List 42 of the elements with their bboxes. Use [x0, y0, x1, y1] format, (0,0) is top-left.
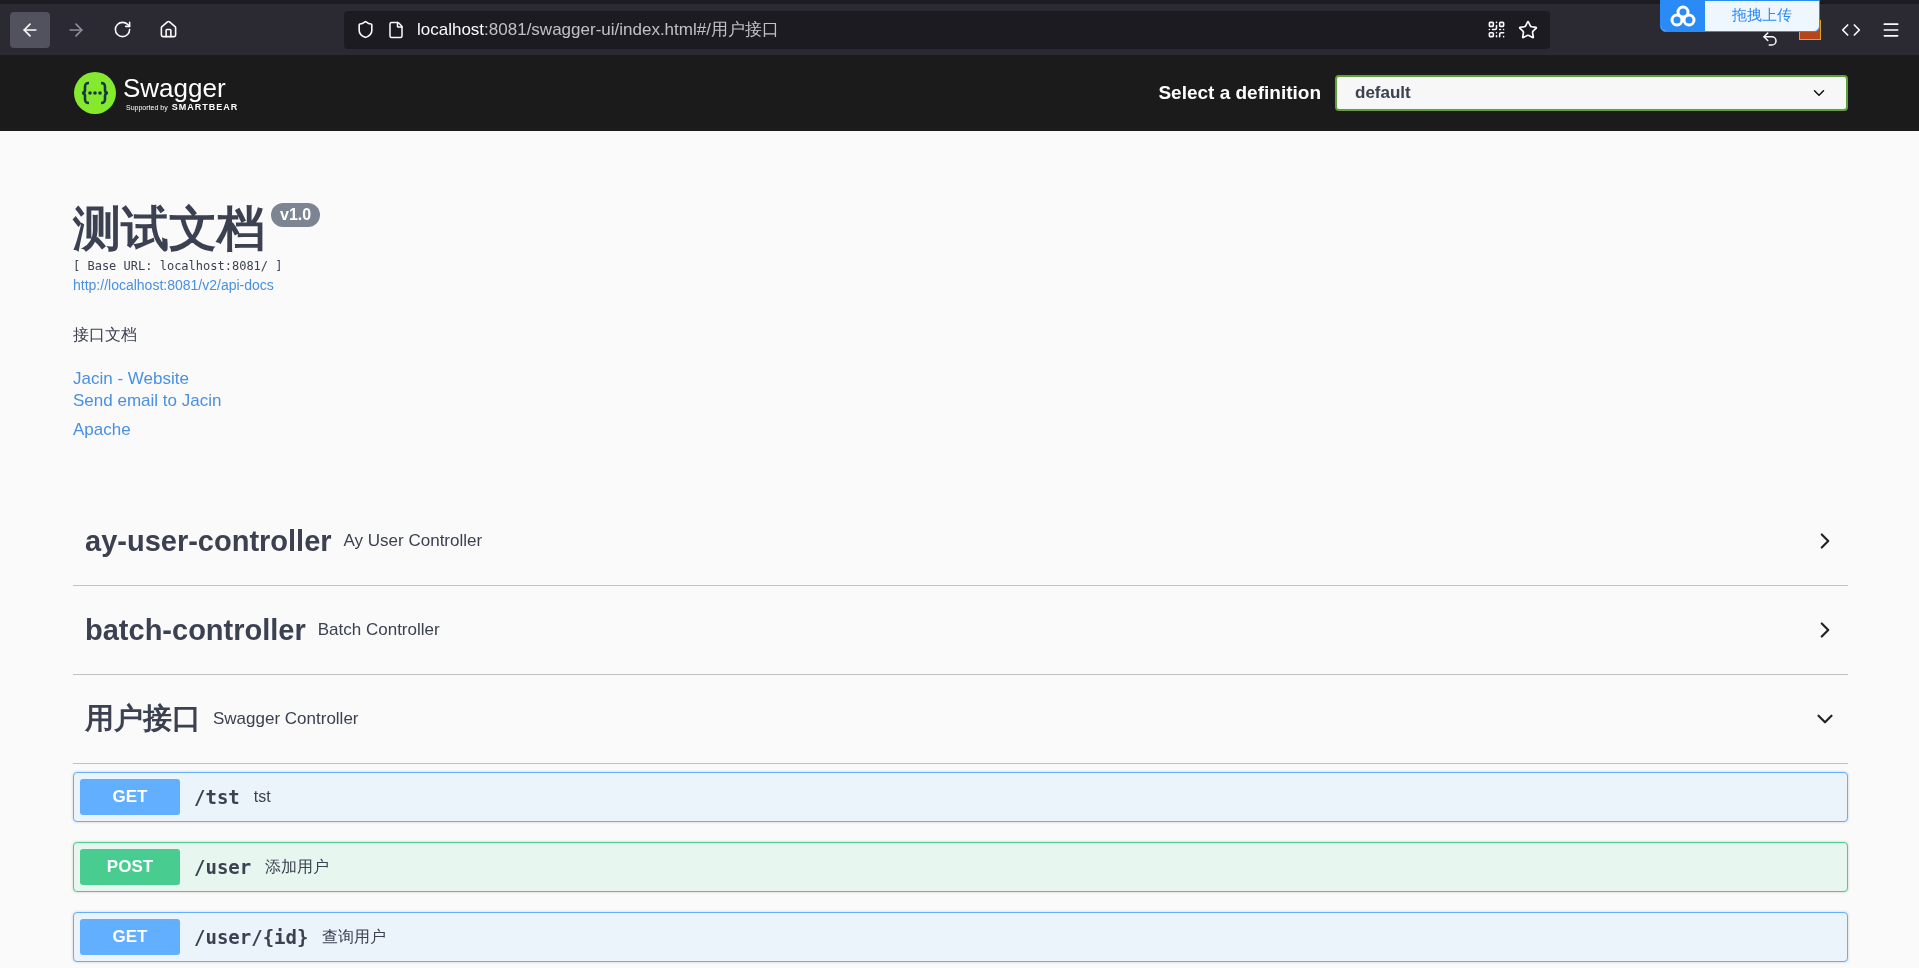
- tag-header[interactable]: ay-user-controller Ay User Controller: [73, 497, 1848, 586]
- method-badge: GET: [80, 779, 180, 815]
- operation-summary: 查询用户: [322, 926, 387, 947]
- tag-description: Batch Controller: [317, 620, 441, 640]
- upload-label: 拖拽上传: [1732, 6, 1792, 24]
- definition-select[interactable]: default: [1335, 75, 1848, 111]
- tag-header[interactable]: batch-controller Batch Controller: [73, 586, 1848, 675]
- operation-path: /user: [194, 856, 252, 878]
- page-title: 测试文档: [73, 201, 265, 257]
- method-badge: GET: [80, 919, 180, 955]
- logo-icon: [73, 71, 117, 115]
- cloud-icon: [1670, 5, 1696, 27]
- operation-row[interactable]: POST /user 添加用户: [73, 842, 1848, 892]
- tagline-brand: SMARTBEAR: [171, 102, 239, 112]
- home-icon: [158, 20, 178, 39]
- operation-summary: 添加用户: [265, 856, 330, 877]
- definition-label: Select a definition: [1158, 82, 1321, 104]
- method-badge: POST: [80, 849, 180, 885]
- brand-name: Swagger: [123, 74, 227, 102]
- base-url: [ Base URL: localhost:8081/ ]: [73, 259, 283, 273]
- undo-arrow-icon[interactable]: [1761, 29, 1779, 48]
- page-icon: [387, 20, 405, 39]
- operation-row[interactable]: GET /user/{id} 查询用户: [73, 912, 1848, 962]
- operation-row[interactable]: GET /tst tst: [73, 772, 1848, 822]
- description: 接口文档: [73, 325, 137, 345]
- tag-name: batch-controller: [85, 613, 306, 647]
- tag-name: 用户接口: [85, 701, 201, 736]
- tag-description: Ay User Controller: [343, 531, 484, 551]
- tag-name: ay-user-controller: [85, 524, 332, 558]
- shield-icon: [356, 20, 375, 39]
- url-text: localhost:8081/swagger-ui/index.html#/用户接口: [417, 19, 780, 41]
- operation-path: /tst: [194, 786, 240, 808]
- tag-header[interactable]: 用户接口 Swagger Controller: [73, 675, 1848, 764]
- version-badge: v1.0: [271, 203, 321, 227]
- qr-code-icon[interactable]: [1487, 20, 1506, 39]
- operation-path: /user/{id}: [194, 926, 309, 948]
- back-button[interactable]: [10, 11, 50, 48]
- star-icon[interactable]: [1518, 19, 1538, 40]
- reload-icon: [112, 20, 132, 39]
- tag-description: Swagger Controller: [213, 709, 360, 729]
- operation-summary: tst: [253, 788, 271, 806]
- address-bar[interactable]: localhost:8081/swagger-ui/index.html#/用户接口: [344, 10, 1550, 49]
